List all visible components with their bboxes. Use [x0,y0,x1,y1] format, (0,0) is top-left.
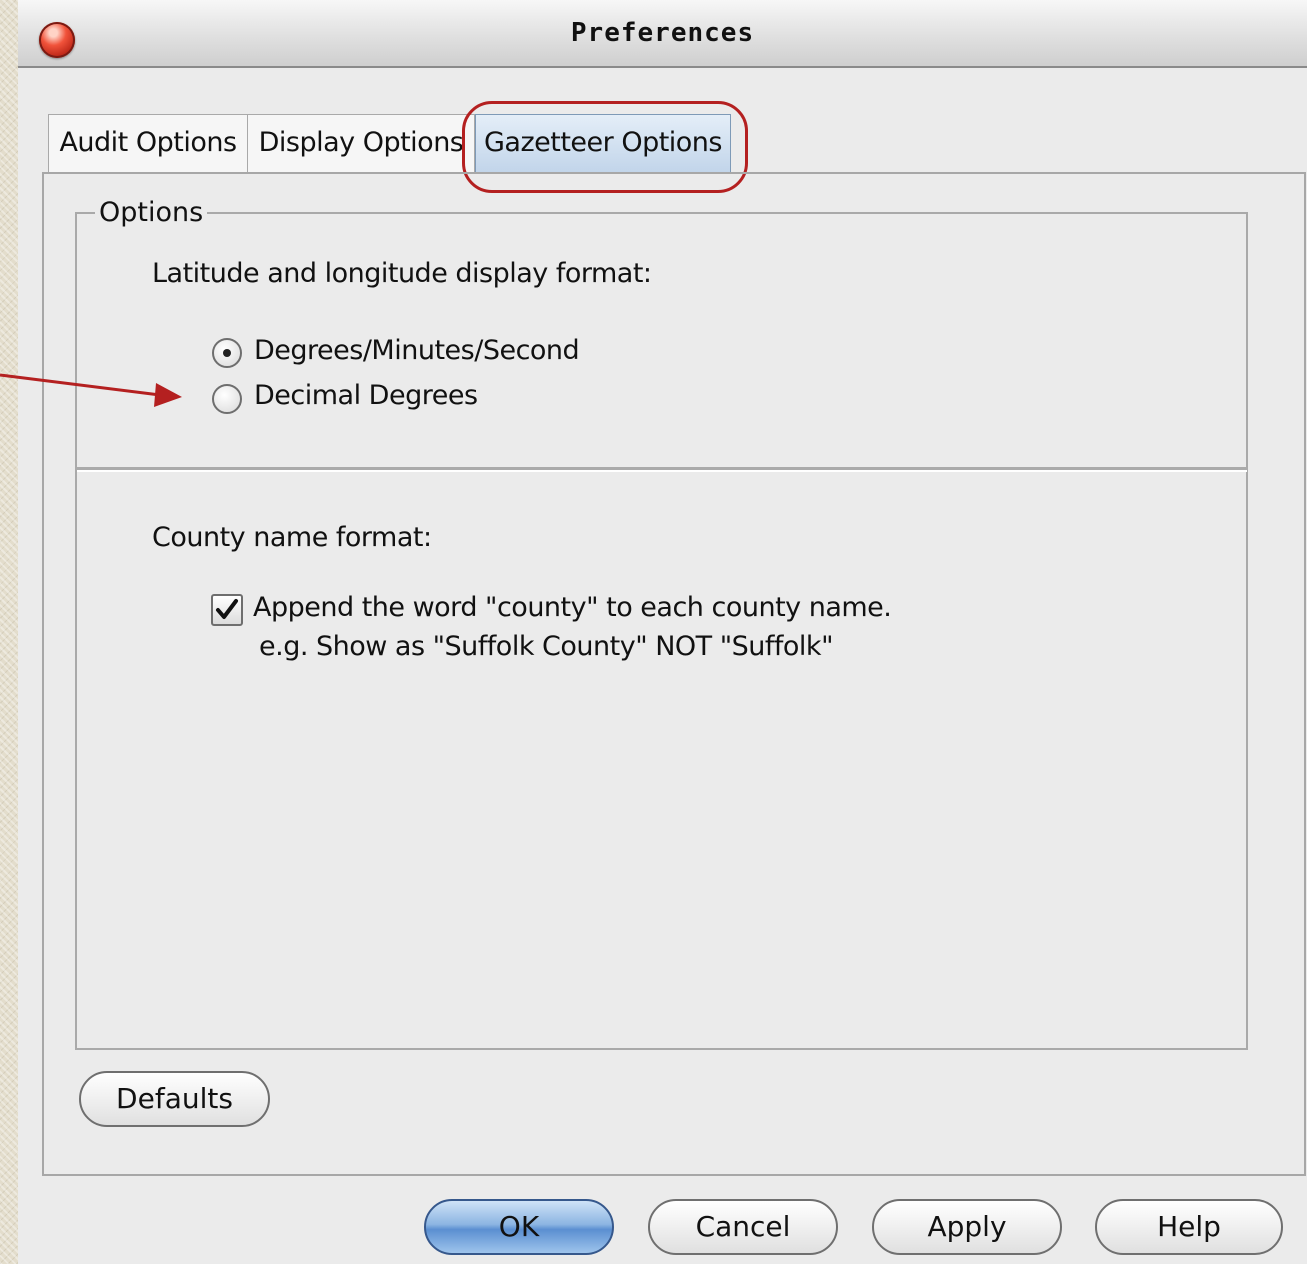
defaults-button[interactable]: Defaults [79,1071,270,1127]
arrow-right-icon [0,373,182,407]
county-format-label: County name format: [152,522,432,553]
section-divider [77,467,1247,470]
append-county-checkbox[interactable] [211,594,243,626]
title-bar[interactable]: Preferences [18,0,1307,68]
cancel-button[interactable]: Cancel [648,1199,838,1255]
tab-gazetteer-options[interactable]: Gazetteer Options [475,114,731,172]
append-county-example: e.g. Show as "Suffolk County" NOT "Suffo… [259,631,834,662]
tab-display-options[interactable]: Display Options [247,114,475,172]
help-button[interactable]: Help [1095,1199,1283,1255]
apply-button[interactable]: Apply [872,1199,1062,1255]
window-title: Preferences [570,18,755,48]
decimal-degrees-option[interactable]: Decimal Degrees [254,380,478,411]
ok-button[interactable]: OK [424,1199,614,1255]
options-legend: Options [95,197,208,228]
radio-dot [223,349,231,357]
preferences-window: Preferences Audit Options Display Option… [18,0,1307,1264]
radio-unselected-icon[interactable] [212,384,242,414]
radio-selected-icon[interactable] [212,338,242,368]
tab-audit-options[interactable]: Audit Options [48,114,248,172]
append-county-label[interactable]: Append the word "county" to each county … [253,592,892,623]
degrees-minutes-seconds-option[interactable]: Degrees/Minutes/Second [254,335,580,366]
checkmark-icon [216,599,238,619]
lat-lon-format-label: Latitude and longitude display format: [152,258,652,289]
